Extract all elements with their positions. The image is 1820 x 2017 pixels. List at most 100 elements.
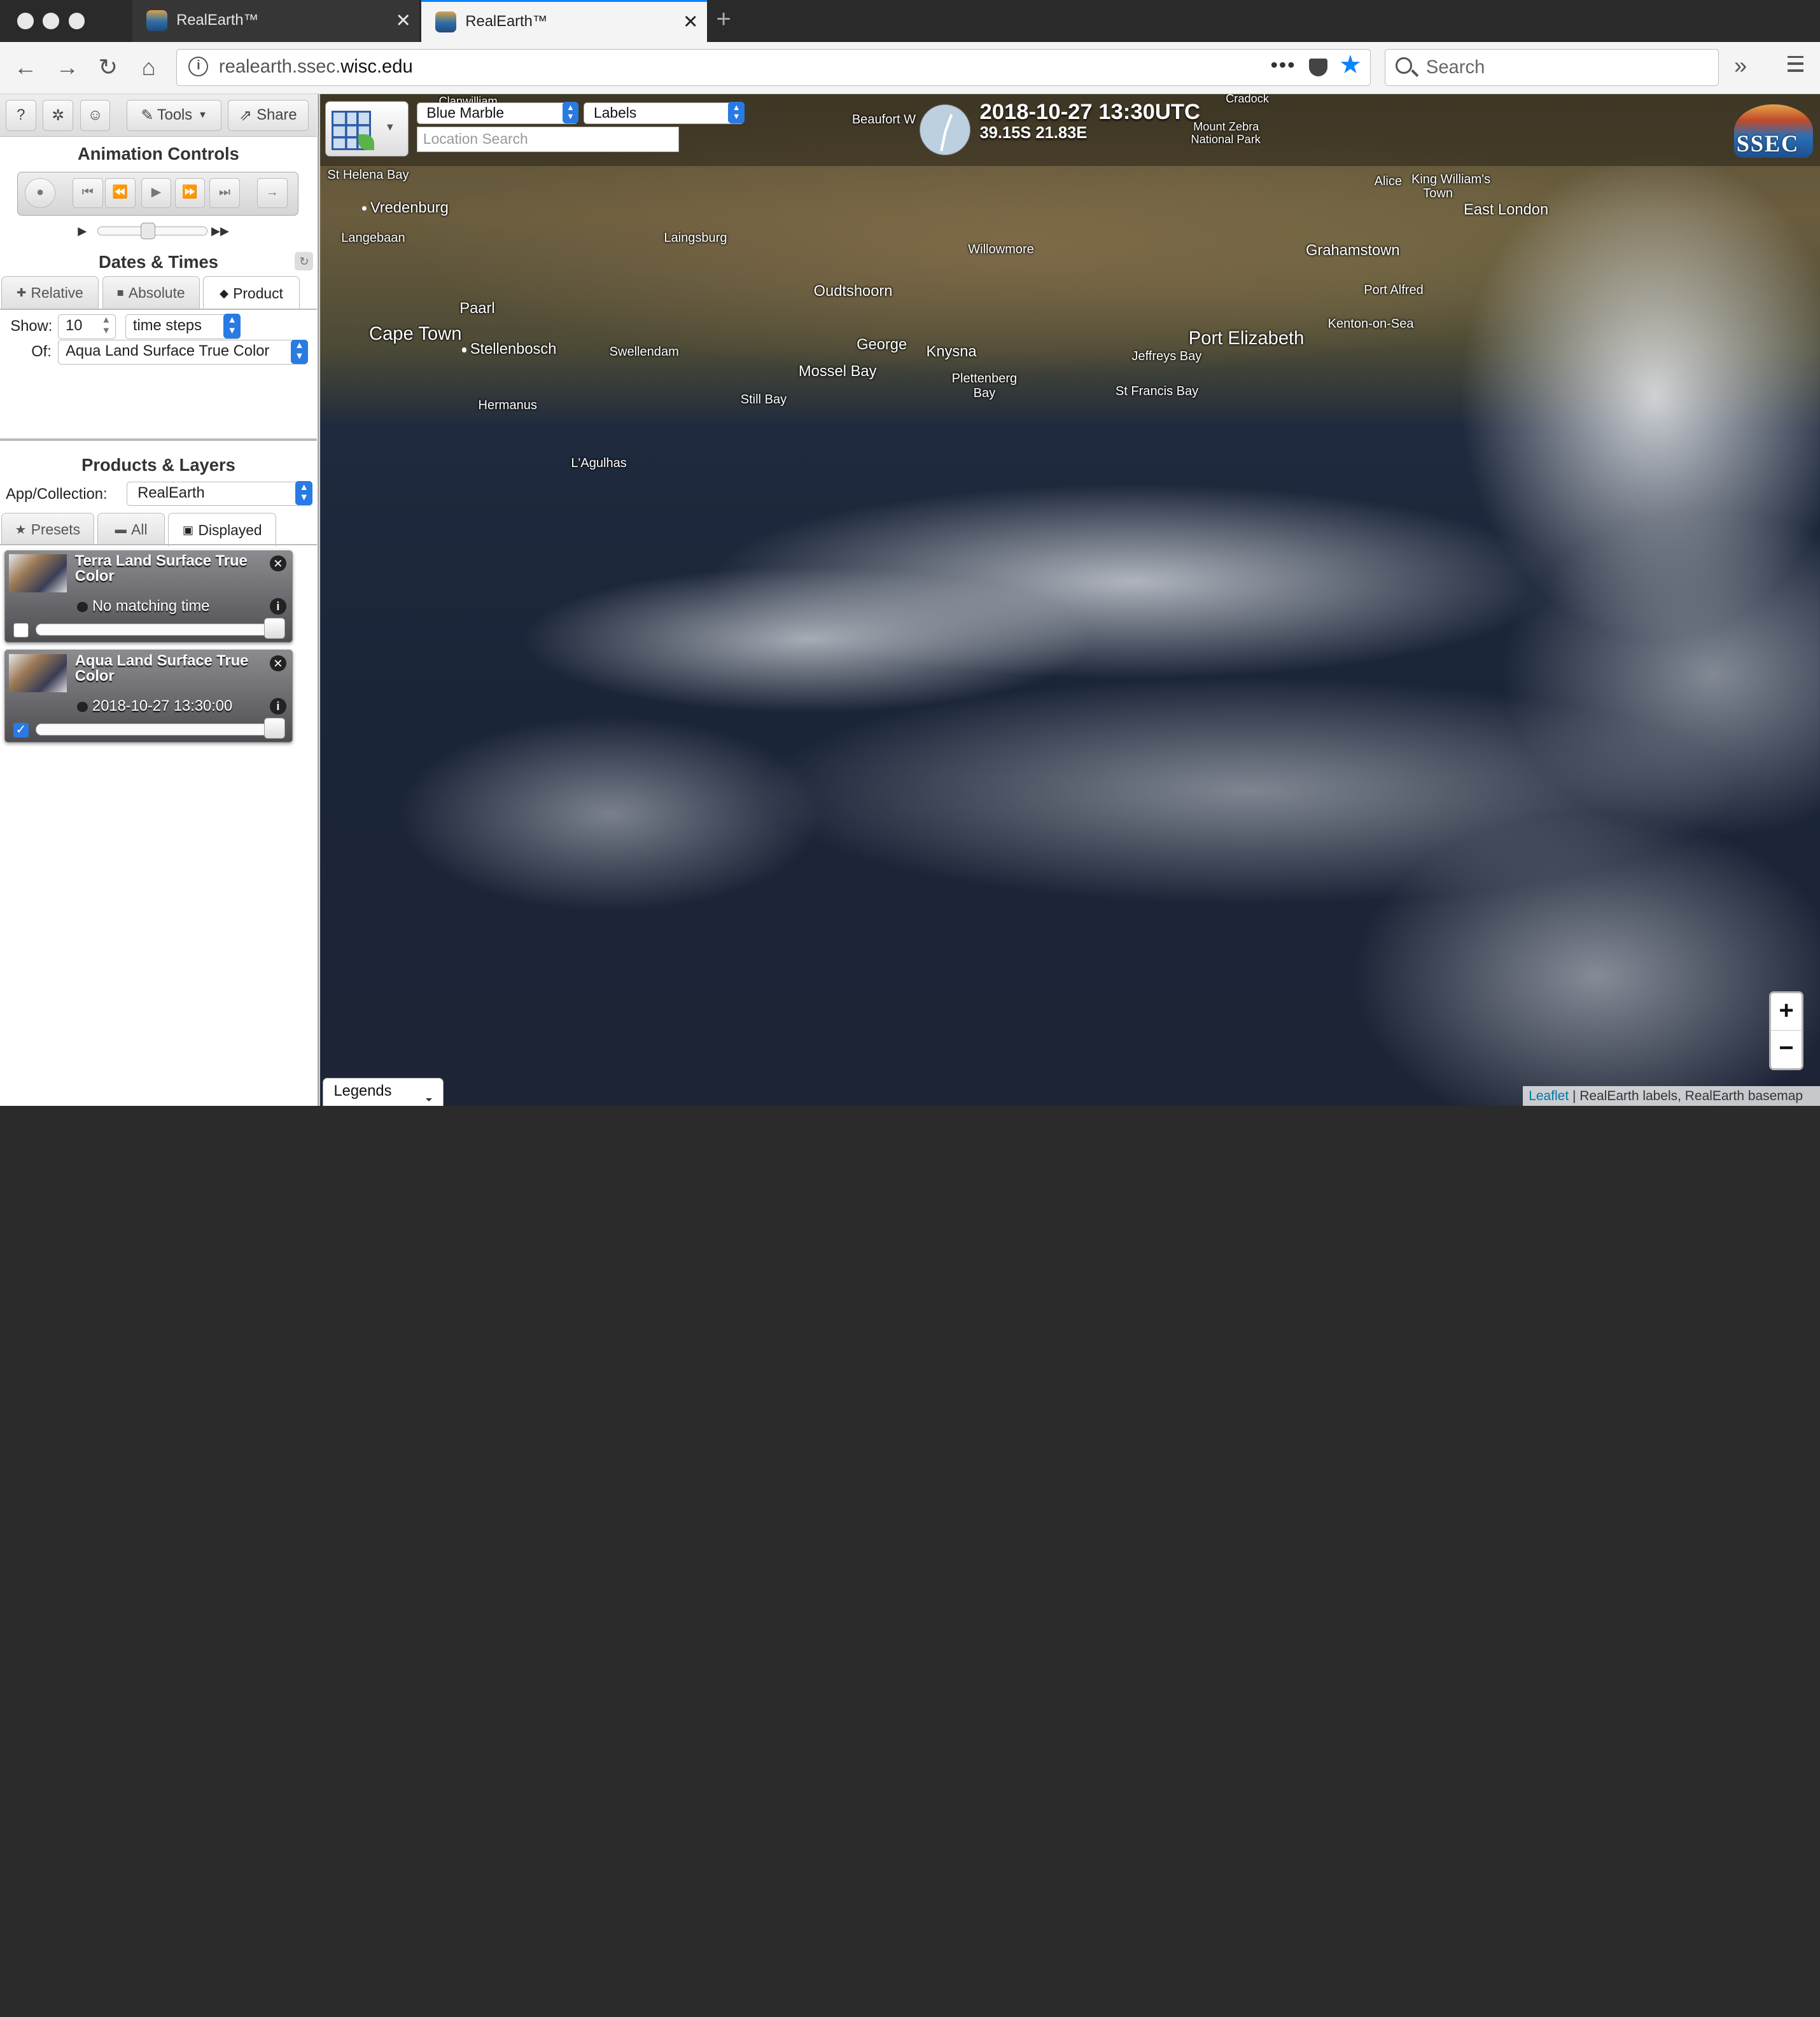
show-label: Show: [10, 318, 53, 335]
layer-info-icon[interactable]: i [270, 698, 286, 715]
close-tab-icon[interactable]: ✕ [675, 11, 707, 33]
help-label: ? [17, 106, 25, 123]
zoom-control: + − [1768, 991, 1804, 1070]
refresh-icon[interactable]: ↻ [295, 251, 314, 270]
ssec-logo-text: SSEC [1736, 130, 1800, 157]
tab-absolute-label: Absolute [128, 284, 185, 301]
site-info-icon[interactable]: i [188, 56, 209, 76]
layer-opacity-slider[interactable] [35, 624, 284, 636]
url-bar[interactable]: i realearth.ssec.wisc.edu ••• ★ [176, 48, 1371, 86]
lock-icon: ■ [116, 286, 124, 300]
browser-window: RealEarth™ ✕ RealEarth™ ✕ + ← → ↻ ⌂ i re… [0, 0, 1820, 1106]
speed-slider-handle[interactable] [140, 223, 156, 239]
select-arrow-icon: ▲ ▼ [562, 101, 579, 124]
overlay-select[interactable]: Labels ▲ ▼ [584, 101, 745, 125]
user-button[interactable]: ☺ [80, 99, 111, 132]
layer-card-terra[interactable]: Terra Land Surface True Color ✕ No match… [4, 550, 293, 643]
leaflet-link[interactable]: Leaflet [1529, 1089, 1569, 1103]
forward-arrow-icon[interactable]: → [52, 52, 82, 82]
remove-layer-icon[interactable]: ✕ [270, 655, 286, 672]
zoom-out-button[interactable]: − [1770, 1030, 1802, 1067]
tab-relative[interactable]: ✚ Relative [1, 276, 99, 309]
search-icon [1396, 57, 1412, 74]
attribution-text: | RealEarth labels, RealEarth basemap [1572, 1089, 1803, 1104]
app-collection-value: RealEarth [137, 484, 205, 501]
layer-thumbnail [8, 554, 67, 593]
map-view[interactable]: Clanwilliam Beaufort W Cradock Mount Zeb… [320, 94, 1820, 1106]
app-collection-label: App/Collection: [6, 486, 108, 503]
place-label: Beaufort W [851, 112, 916, 127]
place-label: Port Alfred [1364, 283, 1424, 298]
place-label: Alice [1374, 174, 1403, 188]
title-bar: RealEarth™ ✕ RealEarth™ ✕ + [0, 0, 1820, 42]
zoom-in-button[interactable]: + [1771, 993, 1802, 1030]
pocket-icon[interactable] [1308, 59, 1327, 76]
url-text[interactable]: realearth.ssec.wisc.edu [219, 57, 413, 78]
legends-panel-toggle[interactable]: Legends [323, 1078, 444, 1106]
settings-gear-button[interactable]: ✲ [43, 99, 73, 132]
wrench-icon: ✎ [141, 107, 154, 124]
play-button[interactable]: ▶ [141, 178, 172, 209]
step-forward-button[interactable]: ⏩ [174, 178, 206, 209]
tools-button[interactable]: ✎ Tools ▼ [126, 99, 222, 132]
app-collection-select[interactable]: RealEarth ▲ ▼ [126, 481, 313, 506]
place-label: Mount Zebra [1193, 119, 1259, 133]
basemap-select[interactable]: Blue Marble ▲ ▼ [416, 101, 579, 125]
step-back-button[interactable]: ⏪ [105, 178, 136, 209]
remove-layer-icon[interactable]: ✕ [270, 555, 286, 572]
layer-opacity-handle[interactable] [264, 718, 285, 739]
back-arrow-icon[interactable]: ← [10, 52, 40, 82]
tab-presets[interactable]: ★ Presets [1, 513, 94, 546]
tab-all[interactable]: ▬ All [97, 513, 165, 546]
tab-label: RealEarth™ [176, 12, 259, 29]
help-button[interactable]: ? [6, 99, 36, 132]
location-search-input[interactable]: Location Search [416, 126, 680, 152]
product-select[interactable]: Aqua Land Surface True Color ▲ ▼ [58, 339, 309, 365]
last-frame-button[interactable]: ⏭ [209, 178, 240, 209]
minimize-window-button[interactable] [43, 13, 60, 29]
place-text: Vredenburg [370, 199, 449, 216]
select-arrow-icon: ▲ ▼ [223, 314, 241, 338]
close-tab-icon[interactable]: ✕ [387, 10, 419, 32]
time-unit-select[interactable]: time steps ▲ ▼ [125, 314, 241, 339]
select-arrow-icon: ▲ ▼ [295, 481, 313, 506]
browser-search-input[interactable]: Search [1385, 48, 1719, 86]
layer-visibility-checkbox[interactable] [13, 622, 29, 638]
tab-product[interactable]: ◆ Product [203, 276, 300, 310]
place-label: Knysna [926, 343, 977, 360]
layer-card-aqua[interactable]: Aqua Land Surface True Color ✕ 2018-10-2… [4, 650, 293, 743]
tab-displayed[interactable]: ▣ Displayed [168, 513, 277, 547]
sidebar-toolbar: ? ✲ ☺ ✎ Tools ▼ ⇗ Share [0, 94, 317, 137]
stepper-icon[interactable]: ▲ ▼ [102, 315, 111, 336]
layer-switcher-button[interactable]: ▼ [325, 101, 409, 157]
chevron-down-icon: ▼ [198, 110, 207, 121]
place-label: King William's Town [1411, 172, 1490, 201]
place-label: Hermanus [478, 398, 537, 412]
home-icon[interactable]: ⌂ [134, 52, 164, 82]
tab-realearth-1[interactable]: RealEarth™ ✕ [132, 0, 421, 42]
tab-all-label: All [131, 520, 148, 538]
place-label: George [857, 336, 907, 353]
page-actions-icon[interactable]: ••• [1270, 53, 1296, 77]
hamburger-menu-icon[interactable] [1787, 55, 1804, 77]
reload-icon[interactable]: ↻ [93, 52, 123, 82]
zoom-window-button[interactable] [68, 13, 85, 29]
close-window-button[interactable] [17, 13, 34, 29]
clock-icon[interactable]: ● [25, 178, 55, 209]
tab-absolute[interactable]: ■ Absolute [102, 276, 200, 309]
layer-opacity-handle[interactable] [264, 618, 285, 639]
layer-opacity-slider[interactable] [35, 723, 284, 736]
bookmark-star-icon[interactable]: ★ [1339, 50, 1362, 80]
overflow-chevron-icon[interactable]: » [1734, 52, 1747, 79]
layer-info-icon[interactable]: i [270, 598, 286, 615]
jump-button[interactable]: → [257, 178, 288, 209]
speed-fast-icon: ▶▶ [211, 224, 229, 238]
share-button[interactable]: ⇗ Share [227, 99, 309, 132]
ssec-logo[interactable]: SSEC [1734, 104, 1814, 158]
time-step-count-input[interactable]: 10 ▲ ▼ [58, 314, 116, 339]
tab-realearth-2[interactable]: RealEarth™ ✕ [421, 0, 707, 42]
layer-visibility-checkbox[interactable]: ✓ [13, 722, 29, 738]
section-divider [0, 438, 317, 442]
new-tab-icon[interactable]: + [716, 4, 731, 34]
first-frame-button[interactable]: ⏮ [73, 178, 103, 209]
